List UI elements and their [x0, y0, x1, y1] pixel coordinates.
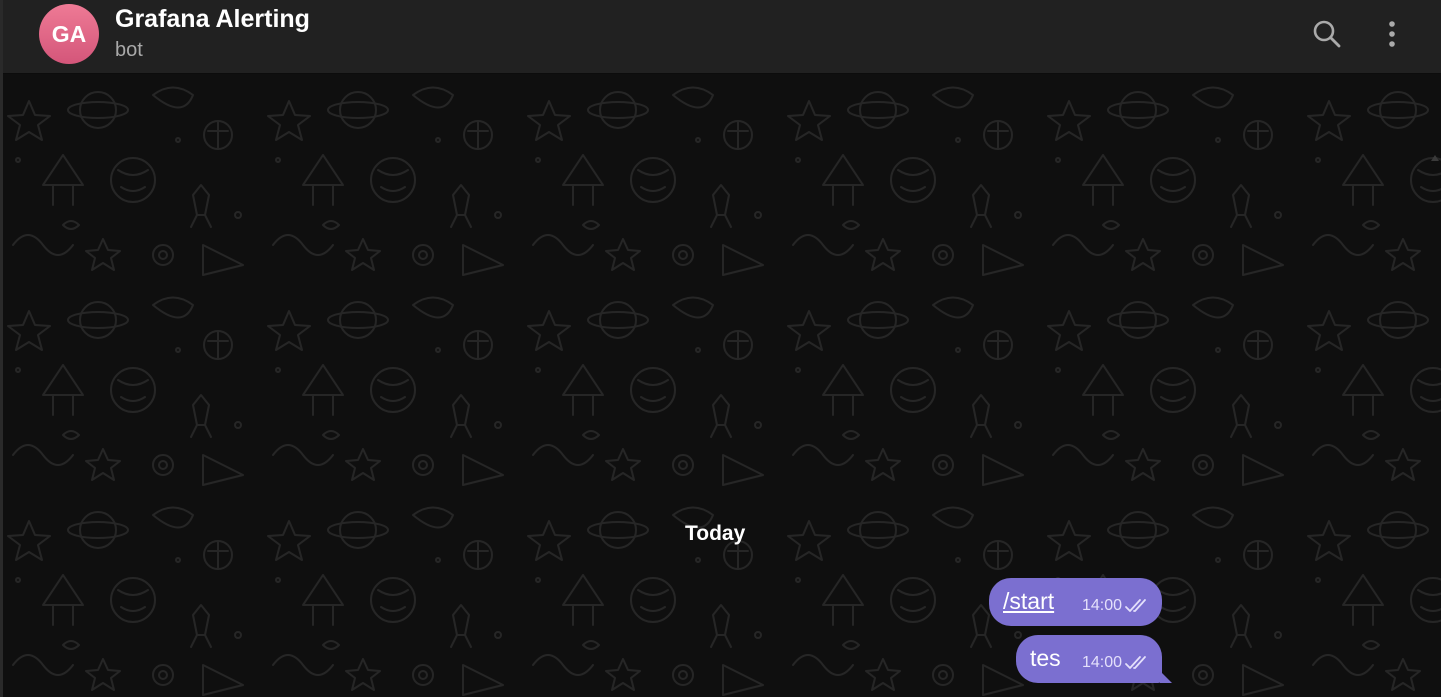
message-meta: 14:00: [1082, 654, 1150, 672]
message-text-command-link[interactable]: /start: [1003, 588, 1054, 615]
more-options-button[interactable]: [1372, 14, 1412, 54]
search-button[interactable]: [1307, 14, 1347, 54]
avatar[interactable]: GA: [39, 4, 99, 64]
telegram-chat-window: GA Grafana Alerting bot Today /start 14:…: [0, 0, 1441, 697]
chat-title[interactable]: Grafana Alerting: [115, 5, 310, 34]
avatar-initials: GA: [51, 20, 87, 47]
message-bubble[interactable]: /start 14:00: [989, 578, 1162, 626]
message-meta: 14:00: [1082, 597, 1150, 615]
more-vertical-icon: [1389, 21, 1395, 47]
chat-subtitle: bot: [115, 39, 143, 61]
doodle-pattern-background: [3, 75, 1441, 697]
chat-header[interactable]: GA Grafana Alerting bot: [3, 0, 1441, 74]
message-text: tes: [1030, 645, 1061, 671]
date-separator: Today: [685, 522, 746, 545]
message-time: 14:00: [1081, 597, 1122, 614]
search-icon: [1313, 20, 1341, 48]
double-check-icon: [1125, 599, 1146, 612]
message-bubble[interactable]: tes 14:00: [1016, 635, 1172, 683]
double-check-icon: [1125, 656, 1146, 669]
chat-background: [3, 75, 1441, 697]
scroll-up-indicator[interactable]: [1431, 155, 1439, 161]
message-time: 14:00: [1081, 654, 1122, 671]
